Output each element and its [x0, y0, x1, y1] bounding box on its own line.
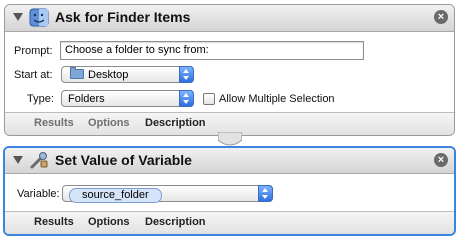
allow-multiple-checkbox[interactable]: [203, 93, 215, 105]
start-at-value: Desktop: [88, 69, 129, 81]
variable-token: source_folder: [69, 188, 162, 203]
type-popup[interactable]: Folders: [61, 90, 194, 107]
tab-options[interactable]: Options: [88, 117, 130, 129]
finder-icon: [29, 8, 49, 27]
action-panel-set-value-of-variable: Set Value of Variable × Variable: source…: [3, 146, 456, 236]
tab-results[interactable]: Results: [34, 216, 74, 228]
action-tab-bar: Results Options Description: [5, 211, 454, 234]
variable-tool-icon: [30, 152, 48, 169]
variable-label: Variable:: [17, 188, 60, 200]
popup-arrows-icon: [179, 90, 194, 107]
allow-multiple-label[interactable]: Allow Multiple Selection: [219, 93, 335, 105]
prompt-label: Prompt:: [14, 45, 53, 57]
action-titlebar[interactable]: Ask for Finder Items ×: [5, 5, 454, 32]
type-value: Folders: [68, 93, 105, 105]
close-icon[interactable]: ×: [434, 153, 448, 167]
tab-options[interactable]: Options: [88, 216, 130, 228]
type-label: Type:: [27, 93, 54, 105]
prompt-field[interactable]: Choose a folder to sync from:: [60, 41, 364, 60]
variable-popup[interactable]: source_folder: [62, 185, 273, 203]
action-panel-ask-for-finder-items: Ask for Finder Items × Prompt: Choose a …: [4, 4, 455, 136]
action-title: Ask for Finder Items: [55, 9, 191, 25]
disclosure-triangle-icon[interactable]: [13, 13, 23, 21]
action-title: Set Value of Variable: [55, 152, 192, 168]
popup-arrows-icon: [179, 66, 194, 83]
tab-description[interactable]: Description: [145, 216, 206, 228]
disclosure-triangle-icon[interactable]: [13, 156, 23, 164]
close-icon[interactable]: ×: [434, 10, 448, 24]
tab-description[interactable]: Description: [145, 117, 206, 129]
tab-results[interactable]: Results: [34, 117, 74, 129]
start-at-label: Start at:: [14, 69, 53, 81]
popup-arrows-icon: [258, 185, 273, 202]
start-at-popup[interactable]: Desktop: [61, 66, 194, 83]
folder-icon: [70, 67, 84, 79]
action-titlebar[interactable]: Set Value of Variable ×: [5, 148, 454, 174]
